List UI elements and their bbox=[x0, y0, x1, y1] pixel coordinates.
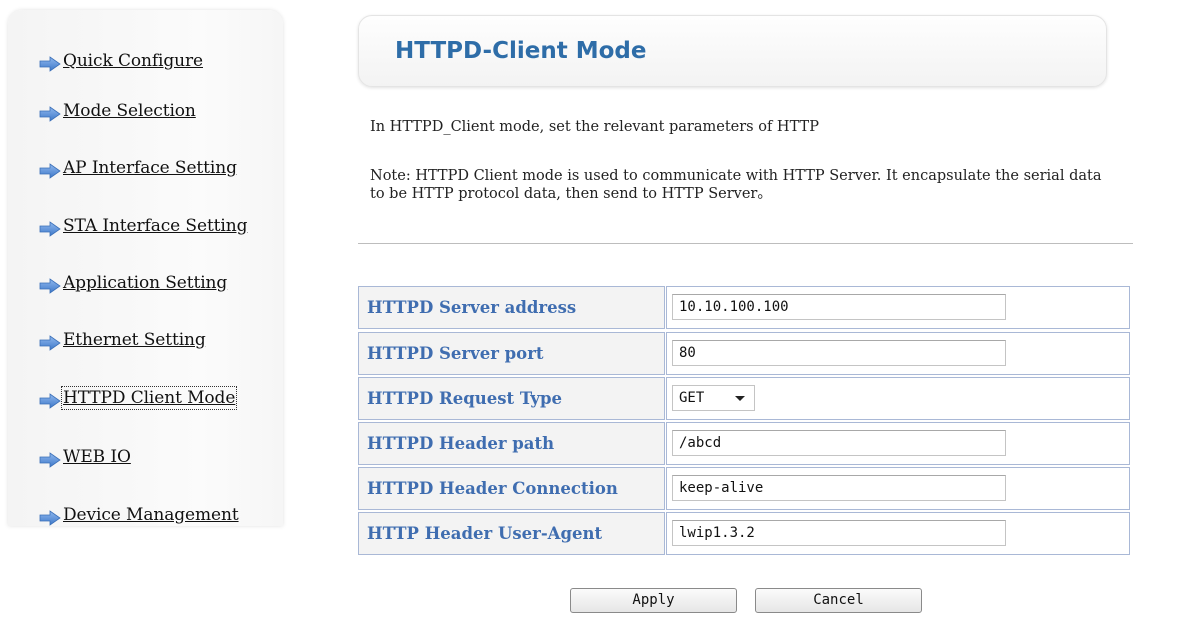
arrow-right-icon bbox=[39, 56, 61, 72]
sidebar-item-ap-interface-setting[interactable]: AP Interface Setting bbox=[39, 155, 237, 181]
table-row: HTTPD Header path /abcd bbox=[358, 422, 1130, 465]
table-row: HTTPD Server address 10.10.100.100 bbox=[358, 286, 1130, 329]
field-value-cell: GET bbox=[666, 377, 1130, 420]
sidebar-item-quick-configure[interactable]: Quick Configure bbox=[39, 48, 203, 74]
page-title: HTTPD-Client Mode bbox=[395, 38, 647, 64]
header-connection-input[interactable]: keep-alive bbox=[672, 475, 1006, 501]
sidebar-item-sta-interface-setting[interactable]: STA Interface Setting bbox=[39, 213, 247, 239]
cancel-button[interactable]: Cancel bbox=[755, 588, 922, 613]
table-row: HTTPD Header Connection keep-alive bbox=[358, 467, 1130, 510]
table-row: HTTPD Server port 80 bbox=[358, 332, 1130, 375]
divider bbox=[358, 243, 1133, 244]
server-port-input[interactable]: 80 bbox=[672, 340, 1006, 366]
field-value-cell: keep-alive bbox=[666, 467, 1130, 510]
user-agent-input[interactable]: lwip1.3.2 bbox=[672, 520, 1006, 546]
server-address-input[interactable]: 10.10.100.100 bbox=[672, 294, 1006, 320]
field-value-cell: 10.10.100.100 bbox=[666, 286, 1130, 329]
intro-text: In HTTPD_Client mode, set the relevant p… bbox=[370, 119, 819, 135]
field-label: HTTP Header User-Agent bbox=[367, 524, 603, 543]
sidebar-item-device-management[interactable]: Device Management bbox=[39, 502, 239, 528]
field-value-cell: lwip1.3.2 bbox=[666, 512, 1130, 555]
sidebar-item-label: HTTPD Client Mode bbox=[60, 386, 238, 410]
sidebar-item-httpd-client-mode[interactable]: HTTPD Client Mode bbox=[39, 385, 238, 411]
chevron-down-icon bbox=[735, 396, 745, 401]
field-value-cell: 80 bbox=[666, 332, 1130, 375]
sidebar-nav: Quick Configure Mode Selection AP Interf… bbox=[8, 10, 283, 526]
sidebar-item-ethernet-setting[interactable]: Ethernet Setting bbox=[39, 327, 206, 353]
arrow-right-icon bbox=[39, 278, 61, 294]
field-label: HTTPD Server port bbox=[367, 344, 544, 363]
request-type-value: GET bbox=[679, 390, 705, 406]
request-type-select[interactable]: GET bbox=[672, 385, 755, 411]
header-path-input[interactable]: /abcd bbox=[672, 430, 1006, 456]
arrow-right-icon bbox=[39, 106, 61, 122]
table-row: HTTP Header User-Agent lwip1.3.2 bbox=[358, 512, 1130, 555]
sidebar-item-mode-selection[interactable]: Mode Selection bbox=[39, 98, 196, 124]
arrow-right-icon bbox=[39, 163, 61, 179]
field-label-cell: HTTPD Server address bbox=[358, 286, 665, 329]
arrow-right-icon bbox=[39, 393, 61, 409]
field-label: HTTPD Server address bbox=[367, 298, 577, 317]
sidebar-item-label: Application Setting bbox=[63, 273, 228, 293]
note-text: Note: HTTPD Client mode is used to commu… bbox=[370, 168, 1102, 202]
field-value-cell: /abcd bbox=[666, 422, 1130, 465]
sidebar-item-application-setting[interactable]: Application Setting bbox=[39, 270, 227, 296]
arrow-right-icon bbox=[39, 335, 61, 351]
arrow-right-icon bbox=[39, 452, 61, 468]
apply-button[interactable]: Apply bbox=[570, 588, 737, 613]
field-label: HTTPD Request Type bbox=[367, 389, 563, 408]
field-label: HTTPD Header Connection bbox=[367, 479, 618, 498]
field-label-cell: HTTPD Server port bbox=[358, 332, 665, 375]
field-label: HTTPD Header path bbox=[367, 434, 555, 453]
sidebar-item-label: AP Interface Setting bbox=[63, 158, 237, 178]
sidebar-item-label: Ethernet Setting bbox=[63, 330, 206, 350]
field-label-cell: HTTPD Header path bbox=[358, 422, 665, 465]
page-header: HTTPD-Client Mode bbox=[358, 15, 1107, 87]
sidebar-item-web-io[interactable]: WEB IO bbox=[39, 444, 131, 470]
sidebar-item-label: STA Interface Setting bbox=[63, 216, 248, 236]
table-row: HTTPD Request Type GET bbox=[358, 377, 1130, 420]
field-label-cell: HTTP Header User-Agent bbox=[358, 512, 665, 555]
sidebar-item-label: Quick Configure bbox=[63, 51, 203, 71]
sidebar-item-label: Device Management bbox=[63, 505, 239, 525]
sidebar-item-label: WEB IO bbox=[63, 447, 131, 467]
arrow-right-icon bbox=[39, 221, 61, 237]
field-label-cell: HTTPD Header Connection bbox=[358, 467, 665, 510]
sidebar-item-label: Mode Selection bbox=[63, 101, 196, 121]
field-label-cell: HTTPD Request Type bbox=[358, 377, 665, 420]
arrow-right-icon bbox=[39, 510, 61, 526]
